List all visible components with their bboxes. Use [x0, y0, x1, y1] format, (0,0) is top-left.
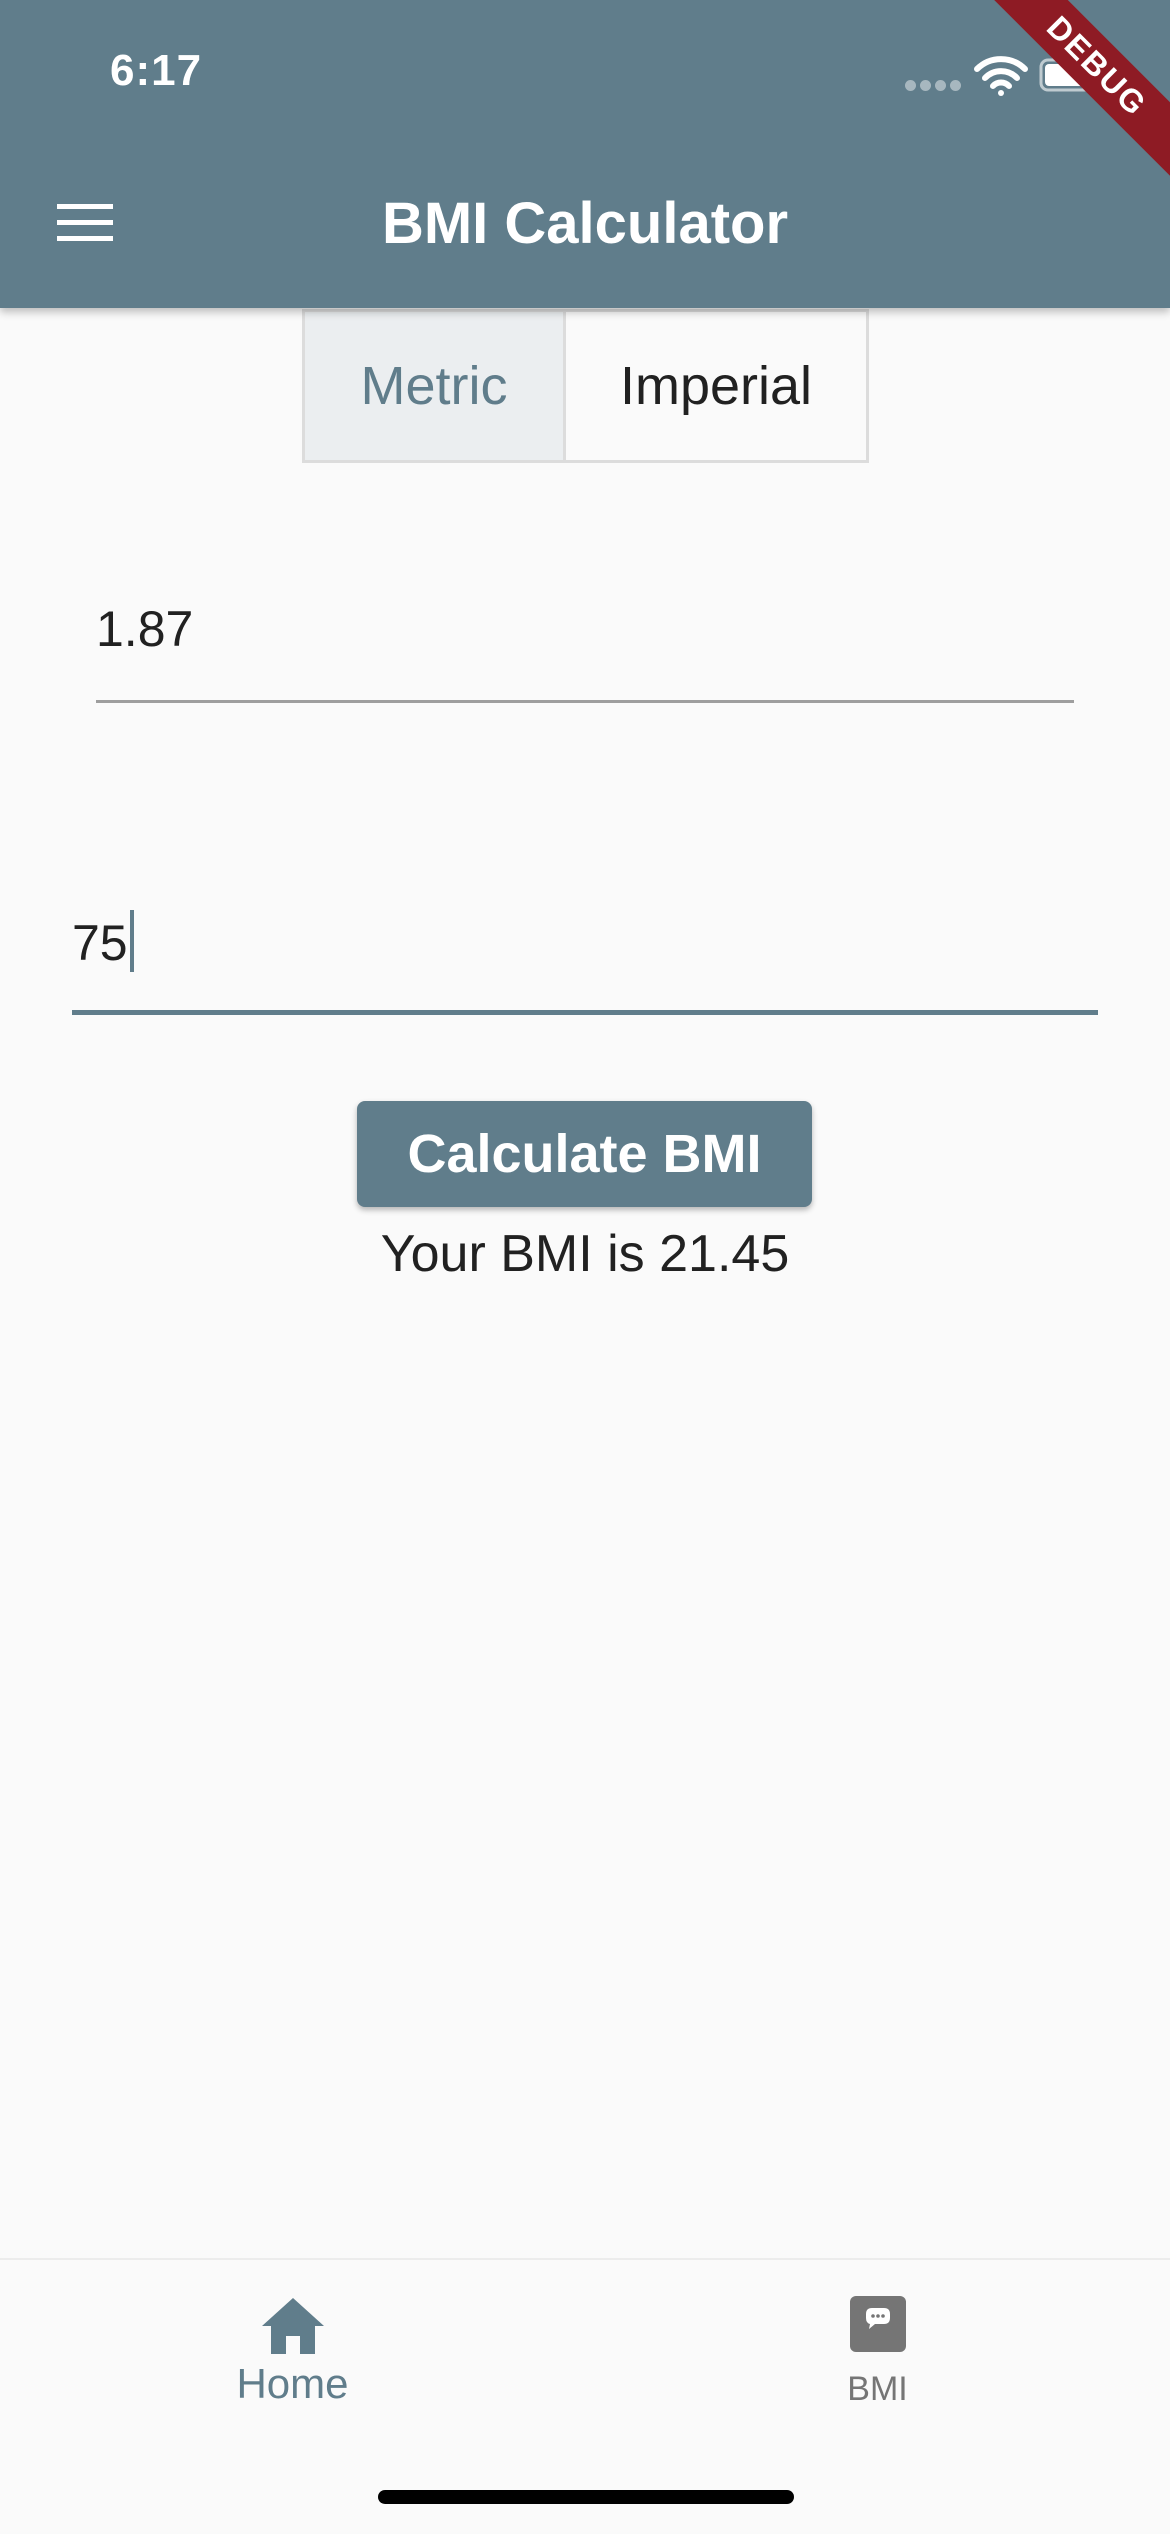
weight-value-wrap: 75 [72, 910, 134, 972]
calculate-bmi-button[interactable]: Calculate BMI [357, 1101, 812, 1207]
signal-dots-icon [905, 80, 963, 94]
app-bar: 6:17 DEBUG BMI Calculator [0, 0, 1170, 308]
bmi-result: Your BMI is 21.45 [380, 1225, 790, 1283]
status-time: 6:17 [110, 46, 203, 95]
weight-value: 75 [72, 915, 128, 971]
height-input[interactable]: 1.87 [96, 570, 1074, 703]
imperial-option[interactable]: Imperial [566, 312, 866, 460]
nav-label-bmi: BMI [847, 2370, 908, 2408]
debug-banner: DEBUG [961, 0, 1170, 202]
wifi-icon [974, 56, 1028, 96]
nav-item-bmi[interactable]: BMI [585, 2260, 1170, 2460]
app-title: BMI Calculator [381, 191, 789, 256]
height-value: 1.87 [96, 601, 194, 657]
unit-toggle: Metric Imperial [302, 309, 869, 463]
nav-item-home[interactable]: Home [0, 2260, 585, 2460]
text-caret [129, 910, 134, 972]
weight-input[interactable]: 75 [72, 880, 1098, 1015]
metric-option[interactable]: Metric [305, 312, 566, 460]
chat-bubble-icon [849, 2296, 906, 2352]
nav-label-home: Home [236, 2360, 349, 2407]
home-indicator [378, 2490, 794, 2504]
home-icon [261, 2298, 324, 2354]
